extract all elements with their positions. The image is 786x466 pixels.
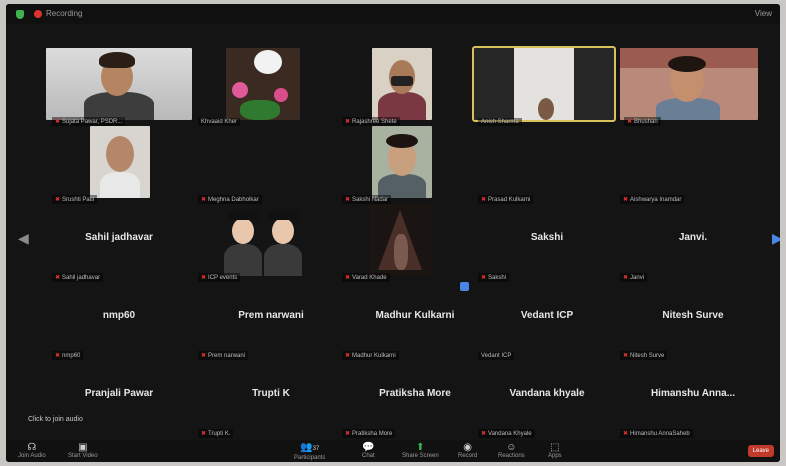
participant-tile[interactable]: Himanshu Anna... ✖ Himanshu AnnaSaheb <box>620 358 766 438</box>
participants-icon: 👥37 <box>300 442 320 453</box>
next-page-arrow-icon[interactable]: ▶ <box>772 230 780 247</box>
participant-video <box>372 126 432 198</box>
participant-tile[interactable]: ✖ Aishwarya Inamdar <box>620 124 766 204</box>
participant-display-name: Vandana khyale <box>509 388 585 399</box>
recording-icon <box>34 10 42 18</box>
record-icon: ◉ <box>463 442 473 453</box>
record-button[interactable]: ◉ Record <box>458 442 477 459</box>
headphones-icon: ☊ <box>27 442 37 453</box>
participant-video <box>218 204 308 276</box>
participant-tile[interactable]: Anish Sharma <box>472 46 620 126</box>
participant-tile[interactable]: Madhur Kulkarni ✖ Madhur Kulkarni <box>342 280 488 360</box>
participant-tile[interactable]: Trupti K ✖ Trupti K. <box>198 358 344 438</box>
participant-video <box>226 48 300 120</box>
participant-tile[interactable]: Vandana khyale ✖ Vandana Khyale <box>474 358 620 438</box>
participant-tile[interactable]: ✖ Prasad Kulkarni <box>474 124 620 204</box>
apps-icon: ⬚ <box>550 442 560 453</box>
participant-tile[interactable]: ✖ ICP events <box>198 202 344 282</box>
participant-tile[interactable]: Pratiksha More ✖ Pratiksha More <box>342 358 488 438</box>
participant-tile[interactable]: ✖ Varad Khade <box>342 202 488 282</box>
gallery-grid: ✖ Sujata Pawar, PSDR... Khvaaid Kher ✖ Raj… <box>6 26 780 438</box>
join-audio-button[interactable]: ☊ Join Audio <box>18 442 46 459</box>
participant-video <box>370 204 432 276</box>
participant-display-name: Vedant ICP <box>520 310 574 321</box>
participant-display-name: nmp60 <box>102 310 136 321</box>
view-button[interactable]: View <box>755 9 772 18</box>
start-video-button[interactable]: ▣ Start Video <box>68 442 98 459</box>
participant-tile[interactable]: ✖ Sakshi Nadar <box>342 124 488 204</box>
participant-display-name: Madhur Kulkarni <box>375 310 455 321</box>
participant-display-name: Janvi. <box>678 232 708 243</box>
previous-page-arrow-icon[interactable]: ◀ <box>18 230 29 247</box>
participant-tile[interactable]: ✖ Rajashree Shete <box>342 46 488 126</box>
participant-display-name: Pratiksha More <box>379 388 451 399</box>
share-screen-button[interactable]: ⬆ Share Screen <box>402 442 439 459</box>
participant-tile[interactable]: ✖ Sujata Pawar, PSDR... <box>46 46 192 126</box>
participant-video <box>472 46 616 122</box>
recording-label: Recording <box>46 9 83 18</box>
participant-display-name: Trupti K <box>252 388 290 399</box>
participant-video <box>372 48 432 120</box>
meeting-window: Recording View ✖ Sujata Pawar, PSDR... Kh… <box>6 4 780 462</box>
participant-display-name: Nitesh Surve <box>662 310 724 321</box>
participant-tile[interactable]: Sahil jadhavar ✖ Sahil jadhavar <box>46 202 192 282</box>
join-audio-hint[interactable]: Click to join audio <box>28 416 83 423</box>
participant-display-name: Sakshi <box>530 232 564 243</box>
participant-tile[interactable]: Sakshi ✖ Sakshi <box>474 202 620 282</box>
participant-name: Vandana Khyale <box>488 431 532 437</box>
participant-video <box>620 48 758 120</box>
leave-button[interactable]: Leave <box>747 445 774 457</box>
page-indicator-icon <box>460 282 469 291</box>
participant-video <box>46 48 192 120</box>
participant-display-name: Sahil jadhavar <box>85 232 153 243</box>
apps-button[interactable]: ⬚ Apps <box>548 442 562 459</box>
participant-tile[interactable]: Vedant ICP Vedant ICP <box>474 280 620 360</box>
participant-tile[interactable]: Janvi. ✖ Janvi <box>620 202 766 282</box>
security-shield-icon[interactable] <box>16 10 24 19</box>
participant-video <box>90 126 150 198</box>
chat-button[interactable]: 💬 Chat <box>362 442 375 459</box>
participants-button[interactable]: 👥37 Participants <box>294 442 325 461</box>
participant-tile[interactable]: ✖ Bhushan <box>620 46 766 126</box>
participant-name: Pratiksha More <box>352 431 393 437</box>
participant-display-name: Prem narwani <box>238 310 304 321</box>
share-screen-icon: ⬆ <box>416 442 425 453</box>
top-bar: Recording View <box>6 4 780 24</box>
reactions-icon: ☺ <box>506 442 517 453</box>
participant-tile[interactable]: Pranjali Pawar <box>46 358 192 438</box>
participant-name: Himanshu AnnaSaheb <box>630 431 690 437</box>
participant-tile[interactable]: Khvaaid Kher <box>198 46 344 126</box>
meeting-toolbar: ☊ Join Audio ▣ Start Video 👥37 Participa… <box>6 440 780 462</box>
participant-display-name: Pranjali Pawar <box>84 388 154 399</box>
video-off-icon: ▣ <box>78 442 88 453</box>
participant-tile[interactable]: ✖ Srushti Patil <box>46 124 192 204</box>
participant-name: Trupti K. <box>208 431 231 437</box>
participant-tile[interactable]: nmp60 ✖ nmp60 <box>46 280 192 360</box>
reactions-button[interactable]: ☺ Reactions <box>498 442 525 459</box>
chat-icon: 💬 <box>362 442 375 453</box>
participant-tile[interactable]: Nitesh Surve ✖ Nitesh Surve <box>620 280 766 360</box>
participant-tile[interactable]: ✖ Meghna Dabholkar <box>198 124 344 204</box>
participant-display-name: Himanshu Anna... <box>650 388 736 399</box>
participant-tile[interactable]: Prem narwani ✖ Prem narwani <box>198 280 344 360</box>
